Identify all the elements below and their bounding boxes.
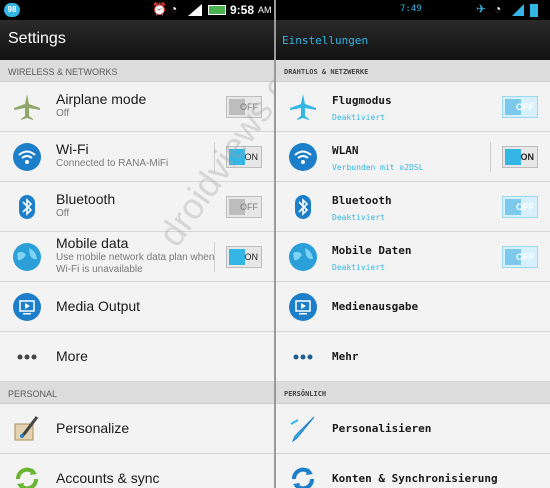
settings-panel-english: 98 ⏰ ◔ 9:58 AM Settings WIRELESS & NETWO… [0, 0, 274, 488]
item-label: Bluetooth [332, 194, 392, 207]
toggle-text: OFF [240, 202, 258, 212]
signal-icon [512, 4, 524, 16]
section-personal: PERSONAL [0, 382, 274, 404]
toggle-text: ON [244, 252, 259, 262]
battery-icon [208, 5, 226, 15]
globe-icon [13, 243, 41, 271]
item-label: Mobile data [56, 235, 129, 251]
battery-icon [530, 4, 538, 17]
toggle-knob [229, 249, 245, 265]
settings-item-flugmodus[interactable]: Flugmodus Deaktiviert OFF [276, 82, 550, 132]
bluetooth-icon [19, 195, 35, 219]
settings-panel-german: 7:49 ✈ ◔ Einstellungen DRAHTLOS & NETZWE… [276, 0, 550, 488]
section-wireless: WIRELESS & NETWORKS [0, 60, 274, 82]
sync-icon [292, 467, 314, 488]
item-label: Personalize [56, 420, 130, 436]
item-label: Media Output [56, 298, 141, 314]
item-sub: Use mobile network data plan when Wi-Fi … [56, 252, 215, 275]
settings-item-medienausgabe[interactable]: Medienausgabe [276, 282, 550, 332]
alarm-icon: ⏰ [152, 2, 167, 16]
item-label: More [56, 348, 88, 364]
clock-ampm: AM [258, 5, 272, 15]
item-label: Mobile Daten [332, 244, 412, 257]
settings-item-mobile-daten[interactable]: Mobile Daten Deaktiviert OFF [276, 232, 550, 282]
settings-item-mehr[interactable]: Mehr [276, 332, 550, 382]
section-wireless: DRAHTLOS & NETZWERKE [276, 60, 550, 82]
toggle-text: OFF [516, 202, 534, 212]
settings-item-bluetooth[interactable]: Bluetooth Off OFF [0, 182, 274, 232]
signal-icon [188, 4, 202, 16]
item-sub: Verbunden mit o2DSL [332, 163, 424, 172]
more-icon [293, 354, 313, 360]
globe-icon [289, 243, 317, 271]
item-sub: Deaktiviert [332, 263, 385, 272]
status-bar: 7:49 ✈ ◔ [276, 0, 550, 20]
brush-icon [14, 416, 39, 441]
settings-item-wlan[interactable]: WLAN Verbunden mit o2DSL ON [276, 132, 550, 182]
airplane-icon [290, 94, 316, 120]
toggle-text: OFF [516, 102, 534, 112]
item-label: Medienausgabe [332, 300, 419, 313]
item-label: Flugmodus [332, 94, 392, 107]
bluetooth-toggle[interactable]: OFF [226, 196, 262, 218]
toggle-knob [505, 149, 521, 165]
item-label: Personalisieren [332, 422, 432, 435]
settings-item-bluetooth[interactable]: Bluetooth Deaktiviert OFF [276, 182, 550, 232]
brush-icon [290, 416, 315, 443]
item-label: Mehr [332, 350, 359, 363]
wifi-status-icon: ◔ [494, 2, 502, 16]
settings-item-media-output[interactable]: Media Output [0, 282, 274, 332]
flugmodus-toggle[interactable]: OFF [502, 96, 538, 118]
settings-item-accounts[interactable]: Accounts & sync [0, 454, 274, 488]
item-label: WLAN [332, 144, 359, 157]
airplane-status-icon: ✈ [476, 2, 487, 16]
sync-icon [16, 467, 38, 488]
app-bar: Einstellungen [276, 20, 550, 60]
bluetooth-icon [295, 195, 311, 219]
divider [214, 242, 215, 272]
more-icon [17, 354, 37, 360]
section-personal: PERSÖNLICH [276, 382, 550, 404]
wifi-icon [13, 143, 41, 171]
divider [490, 142, 491, 172]
wlan-toggle[interactable]: ON [502, 146, 538, 168]
item-label: Bluetooth [56, 191, 116, 207]
item-label: Accounts & sync [56, 470, 160, 486]
notification-badge: 98 [4, 3, 20, 17]
toggle-text: OFF [516, 252, 534, 262]
settings-item-personalize[interactable]: Personalize [0, 404, 274, 454]
media-output-icon [13, 293, 41, 321]
item-label: Konten & Synchronisierung [332, 472, 498, 485]
wifi-icon [289, 143, 317, 171]
item-sub: Off [56, 108, 70, 119]
media-output-icon [289, 293, 317, 321]
clock: 7:49 [400, 4, 422, 14]
item-sub: Deaktiviert [332, 213, 385, 222]
toggle-text: ON [520, 152, 535, 162]
item-label: Airplane mode [56, 91, 147, 107]
page-title: Einstellungen [282, 34, 369, 47]
settings-item-mobile-data[interactable]: Mobile data Use mobile network data plan… [0, 232, 274, 282]
settings-item-personalisieren[interactable]: Personalisieren [276, 404, 550, 454]
item-sub: Deaktiviert [332, 113, 385, 122]
wifi-status-icon: ◔ [170, 2, 178, 16]
item-label: Wi-Fi [56, 141, 89, 157]
airplane-icon [14, 94, 40, 120]
mobile-daten-toggle[interactable]: OFF [502, 246, 538, 268]
page-title: Settings [8, 30, 66, 47]
app-bar: Settings [0, 20, 274, 60]
settings-item-konten[interactable]: Konten & Synchronisierung [276, 454, 550, 488]
clock: 9:58 [230, 3, 255, 17]
mobile-data-toggle[interactable]: ON [226, 246, 262, 268]
bluetooth-toggle[interactable]: OFF [502, 196, 538, 218]
settings-item-more[interactable]: More [0, 332, 274, 382]
status-bar: 98 ⏰ ◔ 9:58 AM [0, 0, 274, 20]
